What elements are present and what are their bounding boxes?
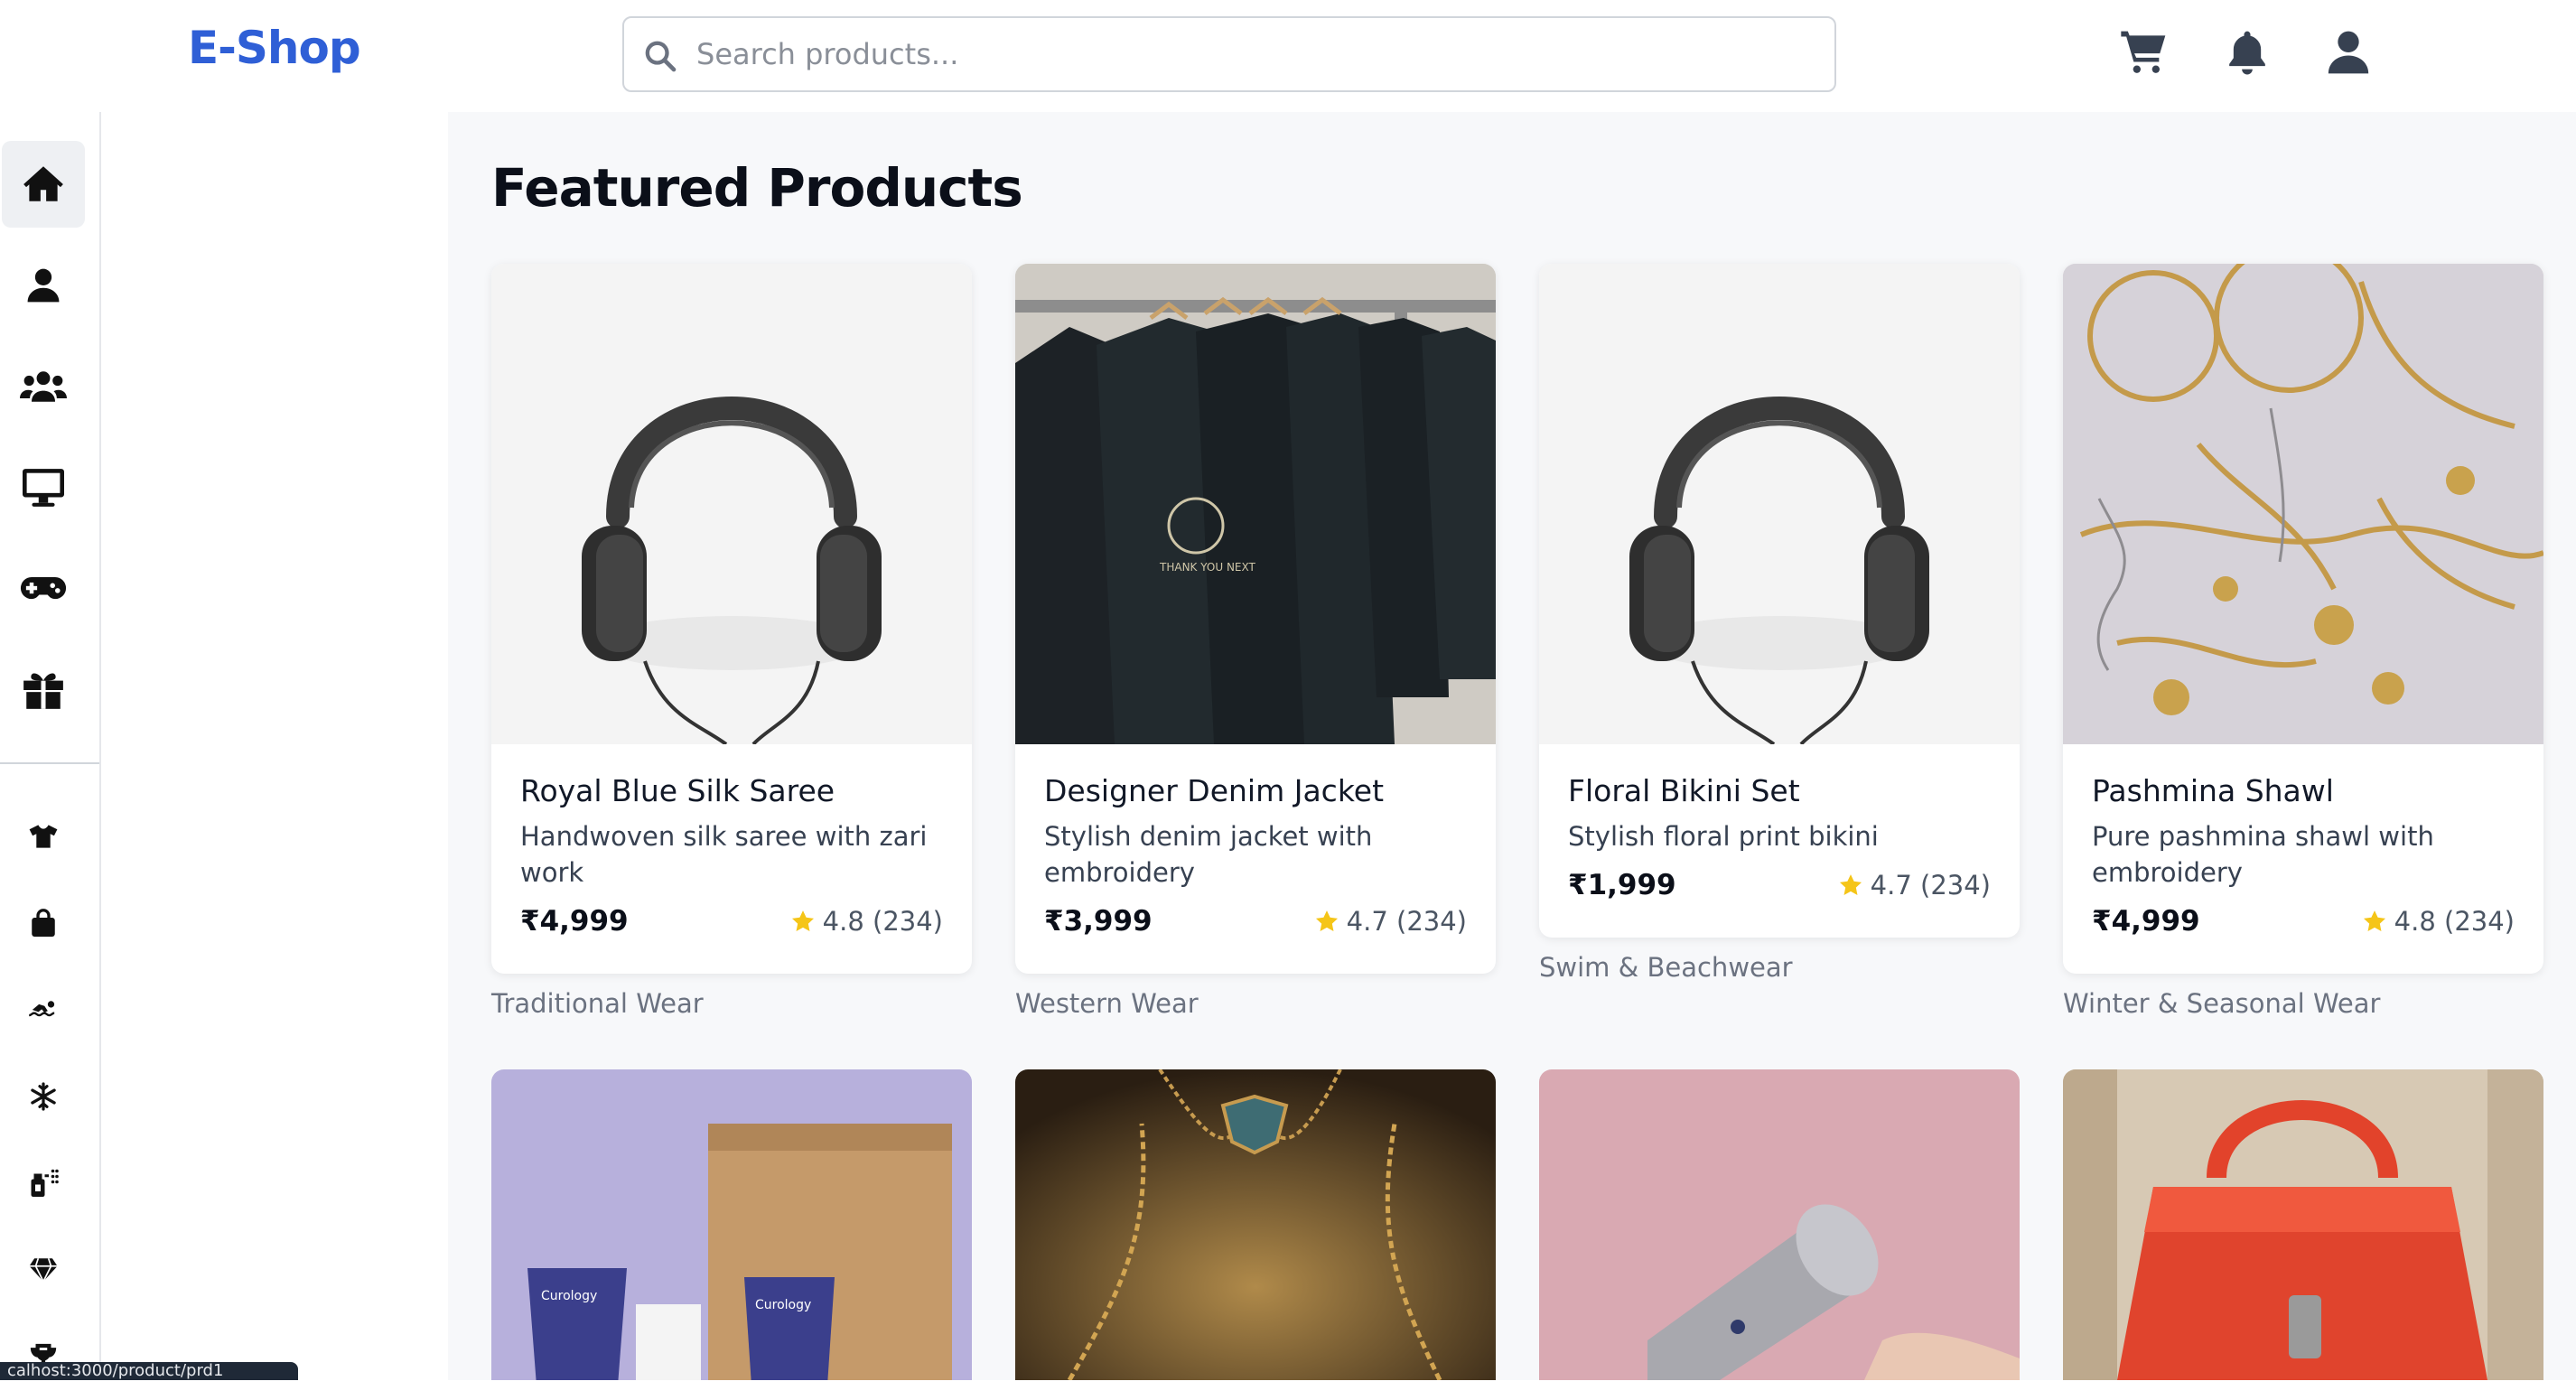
sidebar-item-awards[interactable]	[2, 1313, 85, 1400]
snowflake-icon	[31, 1082, 56, 1111]
rating-value: 4.8	[2394, 906, 2436, 937]
product-image-headphones[interactable]	[491, 264, 972, 744]
product-category: Traditional Wear	[491, 988, 704, 1019]
svg-text:Curology: Curology	[755, 1298, 811, 1312]
rating-value: 4.7	[1870, 870, 1912, 901]
search-icon	[645, 41, 677, 72]
category-sidebar	[0, 112, 101, 1380]
product-card[interactable]: Pashmina Shawl Pure pashmina shawl with …	[2063, 264, 2543, 974]
home-icon	[23, 166, 63, 201]
product-description: Stylish floral print bikini	[1568, 821, 1879, 852]
rating-value: 4.7	[1346, 906, 1388, 937]
product-card[interactable]: Royal Blue Silk Saree Handwoven silk sar…	[491, 264, 972, 974]
search-bar[interactable]	[622, 16, 1836, 92]
sidebar-item-clothing[interactable]	[2, 793, 85, 880]
product-name[interactable]: Royal Blue Silk Saree	[520, 771, 943, 811]
page-title: Featured Products	[491, 157, 1023, 219]
sidebar-item-beauty[interactable]	[2, 1140, 85, 1227]
sidebar-item-gaming[interactable]	[2, 546, 85, 632]
product-price: ₹3,999	[1044, 905, 1153, 938]
product-name[interactable]: Designer Denim Jacket	[1044, 771, 1467, 811]
product-card[interactable]: THANK YOU NEXT Designer Denim Jacket Sty…	[1015, 264, 1496, 974]
gem-icon	[29, 1257, 58, 1283]
svg-text:Curology: Curology	[541, 1289, 597, 1303]
product-price: ₹4,999	[2092, 905, 2200, 938]
gamepad-icon	[20, 577, 67, 600]
star-icon	[791, 910, 814, 931]
product-image-hairdryer[interactable]	[1539, 1069, 2020, 1380]
sidebar-item-bags[interactable]	[2, 880, 85, 966]
product-description: Pure pashmina shawl with embroidery	[2092, 821, 2434, 888]
product-info: Royal Blue Silk Saree Handwoven silk sar…	[491, 744, 972, 974]
swimmer-icon	[29, 1001, 55, 1017]
star-icon	[1315, 910, 1338, 931]
bell-icon[interactable]	[2222, 27, 2273, 78]
spray-bottle-icon	[31, 1169, 59, 1197]
product-card[interactable]: Floral Bikini Set Stylish floral print b…	[1539, 264, 2020, 938]
monitor-icon	[23, 469, 64, 507]
star-icon	[1839, 874, 1862, 895]
sidebar-item-swimwear[interactable]	[2, 966, 85, 1053]
product-category: Swim & Beachwear	[1539, 952, 1793, 983]
review-count: (234)	[873, 906, 943, 937]
cart-icon[interactable]	[2119, 27, 2170, 78]
product-info: Designer Denim Jacket Stylish denim jack…	[1015, 744, 1496, 974]
gift-icon	[23, 673, 63, 709]
user-profile-icon[interactable]	[2323, 27, 2374, 78]
sidebar-item-community[interactable]	[2, 343, 85, 430]
user-icon	[27, 268, 60, 303]
product-description: Stylish denim jacket with embroidery	[1044, 821, 1373, 888]
sidebar-item-jewelry[interactable]	[2, 1227, 85, 1313]
product-category: Winter & Seasonal Wear	[2063, 988, 2381, 1019]
review-count: (234)	[2444, 906, 2515, 937]
product-name[interactable]: Floral Bikini Set	[1568, 771, 1991, 811]
product-rating: 4.7 (234)	[1838, 870, 1991, 901]
product-rating: 4.8 (234)	[790, 906, 943, 937]
product-image-necklace[interactable]	[1015, 1069, 1496, 1380]
product-image-handbag[interactable]	[2063, 1069, 2543, 1380]
product-image-headphones[interactable]	[1539, 264, 2020, 744]
tshirt-icon	[29, 825, 58, 848]
review-count: (234)	[1396, 906, 1467, 937]
blank-column	[101, 112, 448, 1380]
product-image-skincare[interactable]: Curology Curology	[491, 1069, 972, 1380]
product-image-jewelry[interactable]	[2063, 264, 2543, 744]
main-content: Featured Products Royal Blue Silk Saree …	[448, 112, 2576, 1380]
product-rating: 4.8 (234)	[2362, 906, 2515, 937]
product-rating: 4.7 (234)	[1314, 906, 1467, 937]
link-preview-statusbar: calhost:3000/product/prd1	[0, 1362, 298, 1380]
sidebar-item-home[interactable]	[2, 141, 85, 228]
svg-text:THANK YOU NEXT: THANK YOU NEXT	[1159, 561, 1256, 574]
product-price: ₹1,999	[1568, 869, 1676, 901]
product-name[interactable]: Pashmina Shawl	[2092, 771, 2515, 811]
star-icon	[2363, 910, 2385, 931]
product-category: Western Wear	[1015, 988, 1199, 1019]
rating-value: 4.8	[822, 906, 864, 937]
shopping-bag-icon	[32, 909, 55, 937]
search-input[interactable]	[696, 31, 1816, 78]
product-image-tshirts[interactable]: THANK YOU NEXT	[1015, 264, 1496, 744]
sidebar-divider	[0, 762, 99, 764]
users-icon	[20, 371, 67, 402]
sidebar-item-gifts[interactable]	[2, 647, 85, 733]
sidebar-item-winter[interactable]	[2, 1053, 85, 1140]
product-info: Floral Bikini Set Stylish floral print b…	[1539, 744, 2020, 938]
product-info: Pashmina Shawl Pure pashmina shawl with …	[2063, 744, 2543, 974]
sidebar-item-electronics[interactable]	[2, 444, 85, 531]
review-count: (234)	[1920, 870, 1991, 901]
top-header: E-Shop	[0, 0, 2576, 112]
product-price: ₹4,999	[520, 905, 629, 938]
logo[interactable]: E-Shop	[188, 22, 361, 74]
product-description: Handwoven silk saree with zari work	[520, 821, 928, 888]
sidebar-item-account[interactable]	[2, 242, 85, 329]
